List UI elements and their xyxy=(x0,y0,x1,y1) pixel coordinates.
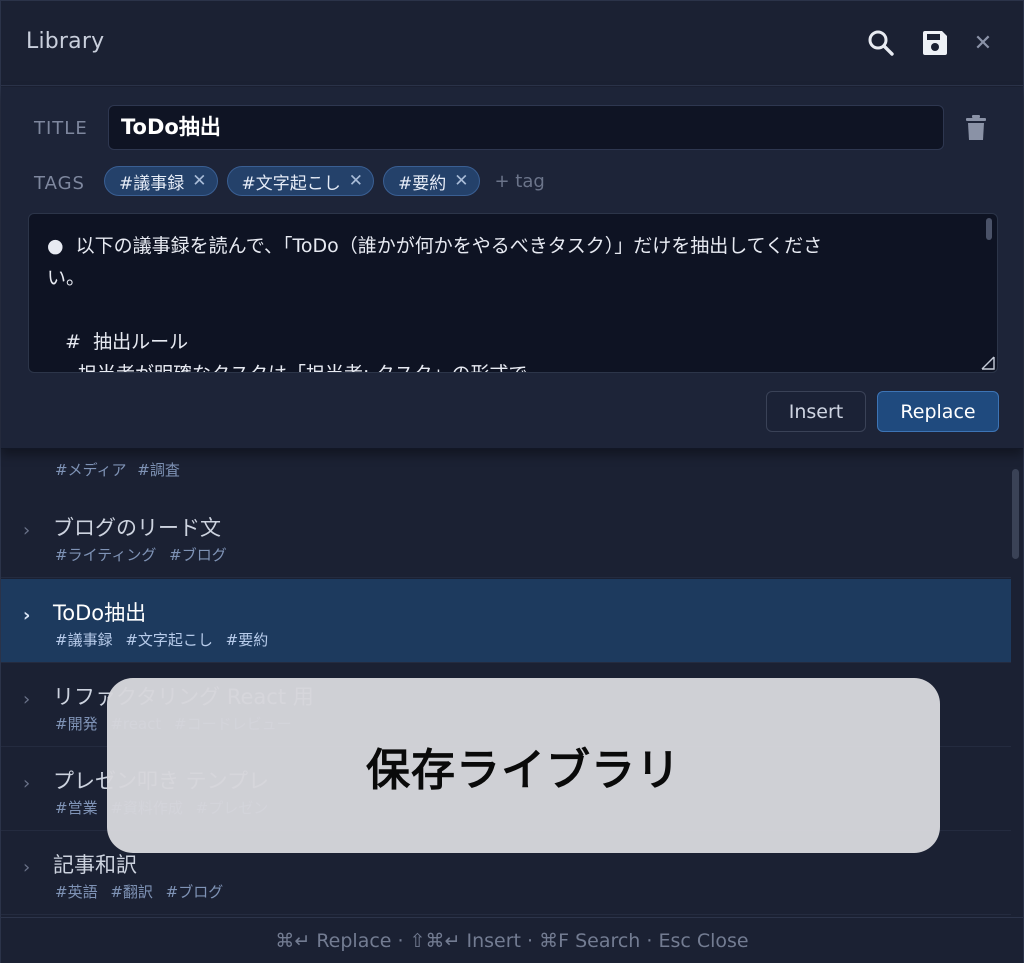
tag-chip[interactable]: #要約 ✕ xyxy=(383,166,480,196)
tag-list: #議事録 ✕ #文字起こし ✕ #要約 ✕ + tag xyxy=(104,166,545,196)
search-icon xyxy=(868,30,894,56)
replace-button[interactable]: Replace xyxy=(877,391,999,432)
list-scrollbar[interactable] xyxy=(1012,469,1019,559)
window-title: Library xyxy=(26,29,105,54)
close-icon: ✕ xyxy=(973,30,993,56)
list-item[interactable]: › ブログのリード文 #ライティング #ブログ xyxy=(1,494,1011,578)
title-label: TITLE xyxy=(34,118,88,139)
tag-chip-label: #要約 xyxy=(398,173,447,194)
add-tag-button[interactable]: + tag xyxy=(495,171,545,192)
remove-tag-icon[interactable]: ✕ xyxy=(454,171,468,191)
list-item-title: ToDo抽出 xyxy=(53,601,147,625)
resize-handle-icon[interactable] xyxy=(981,356,995,370)
tag-chip-label: #文字起こし xyxy=(241,173,341,194)
title-overlay: 保存ライブラリ xyxy=(107,678,940,853)
floppy-disk-icon xyxy=(923,31,947,55)
tag-chip[interactable]: #議事録 ✕ xyxy=(104,166,218,196)
trash-icon xyxy=(966,115,986,140)
tags-label: TAGS xyxy=(34,173,85,194)
insert-button[interactable]: Insert xyxy=(766,391,866,432)
prompt-editor: TITLE ToDo抽出 TAGS #議事録 ✕ #文字起こし ✕ #要約 ✕ xyxy=(1,87,1023,449)
chevron-right-icon: › xyxy=(23,857,31,878)
prompt-body-textarea[interactable]: ● 以下の議事録を読んで、「ToDo（誰かが何かをやるべきタスク）」だけを抽出し… xyxy=(28,213,998,373)
header-bar: Library ✕ xyxy=(1,1,1023,86)
overlay-text: 保存ライブラリ xyxy=(366,744,681,796)
library-window: Library ✕ TITLE ToDo抽出 TAGS #議事録 ✕ #文字起こ… xyxy=(0,0,1024,963)
title-input[interactable]: ToDo抽出 xyxy=(108,105,944,150)
shortcut-hints: ⌘↵ Replace · ⇧⌘↵ Insert · ⌘F Search · Es… xyxy=(1,917,1023,963)
remove-tag-icon[interactable]: ✕ xyxy=(349,171,363,191)
list-item-title: 記事和訳 xyxy=(53,853,137,877)
chevron-right-icon: › xyxy=(23,605,31,626)
close-button[interactable]: ✕ xyxy=(965,25,1001,61)
prompt-body-text: ● 以下の議事録を読んで、「ToDo（誰かが何かをやるべきタスク）」だけを抽出し… xyxy=(47,235,823,372)
chevron-right-icon: › xyxy=(23,773,31,794)
remove-tag-icon[interactable]: ✕ xyxy=(192,171,206,191)
search-button[interactable] xyxy=(863,25,899,61)
chevron-right-icon: › xyxy=(23,689,31,710)
tag-chip-label: #議事録 xyxy=(119,173,185,194)
list-item-title: ブログのリード文 xyxy=(53,516,221,540)
list-item-tags: #議事録 #文字起こし #要約 xyxy=(55,631,269,649)
list-item-tags: #英語 #翻訳 #ブログ xyxy=(55,883,224,901)
list-item[interactable]: › ToDo抽出 #議事録 #文字起こし #要約 xyxy=(1,579,1011,663)
textarea-scrollbar[interactable] xyxy=(986,218,992,240)
chevron-right-icon: › xyxy=(23,520,31,541)
list-item-tags: #ライティング #ブログ xyxy=(55,546,227,564)
delete-button[interactable] xyxy=(961,113,991,143)
tag-chip[interactable]: #文字起こし ✕ xyxy=(226,166,374,196)
save-button[interactable] xyxy=(917,25,953,61)
list-item-tags: #メディア #調査 xyxy=(55,461,180,479)
